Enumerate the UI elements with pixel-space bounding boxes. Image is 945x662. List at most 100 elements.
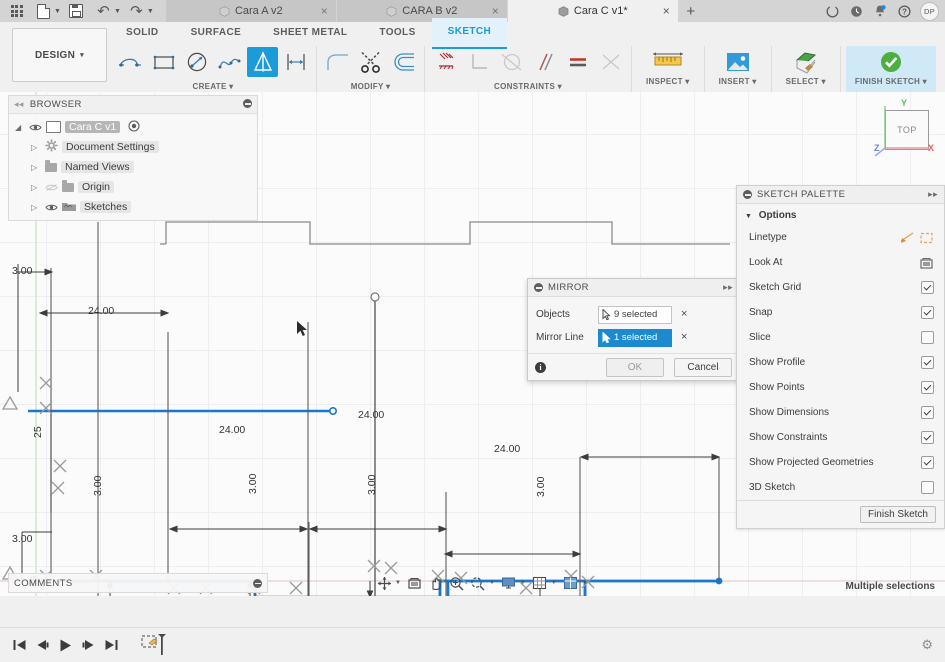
job-status-icon[interactable] (820, 0, 844, 22)
offset-icon[interactable] (388, 47, 419, 77)
show-profile-checkbox[interactable] (921, 356, 934, 369)
new-document-icon[interactable] (30, 0, 57, 22)
new-document-caret-icon[interactable]: ▼ (54, 8, 63, 15)
sketch-palette-row-slice[interactable]: Slice (737, 325, 944, 350)
orbit-caret-icon[interactable]: ▼ (395, 580, 404, 586)
fix-constraint-icon[interactable] (430, 47, 461, 77)
parallel-icon[interactable] (529, 47, 560, 77)
tab-surface[interactable]: SURFACE (175, 19, 258, 48)
clear-selection-icon[interactable]: × (681, 309, 687, 320)
equal-icon[interactable] (562, 47, 593, 77)
radio-icon[interactable] (128, 119, 140, 135)
mirror-objects-selection[interactable]: 9 selected (598, 305, 672, 324)
pan-icon[interactable] (426, 573, 446, 593)
close-icon[interactable]: × (663, 5, 670, 17)
mirror-dialog[interactable]: MIRROR ▸▸ Objects 9 selected × Mirror Li… (527, 278, 740, 381)
sketch-palette-row-sketch-grid[interactable]: Sketch Grid (737, 275, 944, 300)
visibility-eye-icon[interactable] (29, 123, 42, 132)
zoom-window-icon[interactable] (447, 573, 467, 593)
minus-circle-icon[interactable] (243, 99, 252, 110)
slice-checkbox[interactable] (921, 331, 934, 344)
perpendicular-icon[interactable] (463, 47, 494, 77)
show-points-checkbox[interactable] (921, 381, 934, 394)
go-to-end-icon[interactable] (104, 638, 119, 652)
step-back-icon[interactable] (35, 638, 50, 652)
spline-icon[interactable] (214, 47, 245, 77)
add-tab-button[interactable]: + (678, 0, 703, 22)
linetype-normal-icon[interactable] (900, 231, 915, 245)
sketch-palette-row-3d-sketch[interactable]: 3D Sketch (737, 475, 944, 500)
sketch-feature-icon[interactable] (141, 633, 167, 657)
notifications-bell-icon[interactable] (868, 0, 892, 22)
mirror-icon[interactable] (247, 46, 278, 77)
minus-circle-icon[interactable] (253, 578, 262, 588)
comments-panel[interactable]: COMMENTS (8, 573, 268, 593)
rectangle-icon[interactable] (148, 47, 179, 77)
sketch-palette-row-show-constraints[interactable]: Show Constraints (737, 425, 944, 450)
look-at-icon[interactable] (919, 256, 934, 270)
expand-right-icon[interactable]: ▸▸ (723, 282, 733, 293)
browser-row-sketches[interactable]: ▷ Sketches (9, 197, 257, 217)
display-settings-icon[interactable] (499, 573, 519, 593)
trim-scissors-icon[interactable] (355, 47, 386, 77)
close-icon[interactable]: × (492, 5, 499, 17)
clear-selection-icon[interactable]: × (681, 332, 687, 343)
offset-dimension-icon[interactable] (280, 47, 311, 77)
minus-circle-icon[interactable] (743, 190, 752, 199)
help-icon[interactable]: ? (892, 0, 916, 22)
sketch-palette-row-show-profile[interactable]: Show Profile (737, 350, 944, 375)
viewports-icon[interactable] (561, 573, 581, 593)
recent-clock-icon[interactable] (844, 0, 868, 22)
browser-row-document-settings[interactable]: ▷ Document Settings (9, 137, 257, 157)
timeline-settings-gear-icon[interactable]: ⚙ (921, 637, 933, 653)
browser-row-root[interactable]: ◢ Cara C v1 (9, 117, 257, 137)
sketch-canvas[interactable]: 3.00 25 3.00 24.00 24.00 24.00 24.00 24.… (0, 92, 945, 596)
visibility-eye-off-icon[interactable] (45, 183, 58, 192)
collapse-left-icon[interactable]: ◂◂ (14, 99, 24, 110)
grid-caret-icon[interactable]: ▼ (551, 580, 560, 586)
view-cube-top-face[interactable]: TOP (885, 110, 929, 150)
inspect-button[interactable]: INSPECT ▾ (637, 46, 699, 92)
tab-sheet-metal[interactable]: SHEET METAL (257, 19, 363, 48)
expand-right-icon[interactable]: ▸▸ (928, 189, 938, 200)
redo-caret-icon[interactable]: ▼ (147, 8, 156, 15)
show-constraints-checkbox[interactable] (921, 431, 934, 444)
three-d-sketch-checkbox[interactable] (921, 481, 934, 494)
zoom-caret-icon[interactable]: ▼ (489, 580, 498, 586)
look-at-icon[interactable] (405, 573, 425, 593)
sketch-grid-checkbox[interactable] (921, 281, 934, 294)
app-grid-icon[interactable] (3, 0, 30, 22)
document-tab-cara-c[interactable]: Cara C v1* × (507, 0, 679, 22)
workspace-selector-design[interactable]: DESIGN ▾ (12, 28, 107, 82)
finish-sketch-palette-button[interactable]: Finish Sketch (859, 506, 936, 523)
expand-triangle-icon[interactable]: ◢ (15, 123, 25, 132)
ok-button[interactable]: OK (606, 357, 664, 377)
display-caret-icon[interactable]: ▼ (520, 580, 529, 586)
sketch-palette-row-snap[interactable]: Snap (737, 300, 944, 325)
snap-checkbox[interactable] (921, 306, 934, 319)
user-avatar[interactable]: DP (920, 1, 939, 21)
expand-triangle-icon[interactable]: ▷ (31, 183, 41, 192)
browser-row-origin[interactable]: ▷ Origin (9, 177, 257, 197)
linetype-construction-icon[interactable] (919, 231, 934, 245)
sketch-palette-row-show-points[interactable]: Show Points (737, 375, 944, 400)
orbit-icon[interactable] (374, 573, 394, 593)
mirror-line-selection[interactable]: 1 selected (598, 328, 672, 347)
sketch-palette-row-show-projected[interactable]: Show Projected Geometries (737, 450, 944, 475)
tab-sketch[interactable]: SKETCH (431, 17, 508, 49)
midpoint-icon[interactable] (595, 47, 626, 77)
expand-triangle-icon[interactable]: ▷ (31, 163, 41, 172)
show-projected-geometries-checkbox[interactable] (921, 456, 934, 469)
close-icon[interactable]: × (321, 5, 328, 17)
visibility-eye-icon[interactable] (45, 203, 58, 212)
sketch-palette-options-section[interactable]: ▼ Options (737, 204, 944, 225)
tangent-icon[interactable] (496, 47, 527, 77)
tab-tools[interactable]: TOOLS (363, 19, 431, 48)
select-button[interactable]: SELECT ▾ (777, 46, 835, 92)
finish-sketch-button[interactable]: FINISH SKETCH ▾ (845, 46, 936, 92)
play-icon[interactable] (58, 638, 73, 653)
undo-caret-icon[interactable]: ▼ (114, 8, 123, 15)
sketch-arc-icon[interactable] (115, 47, 146, 77)
grid-snap-icon[interactable] (530, 573, 550, 593)
expand-triangle-icon[interactable]: ▷ (31, 203, 41, 212)
